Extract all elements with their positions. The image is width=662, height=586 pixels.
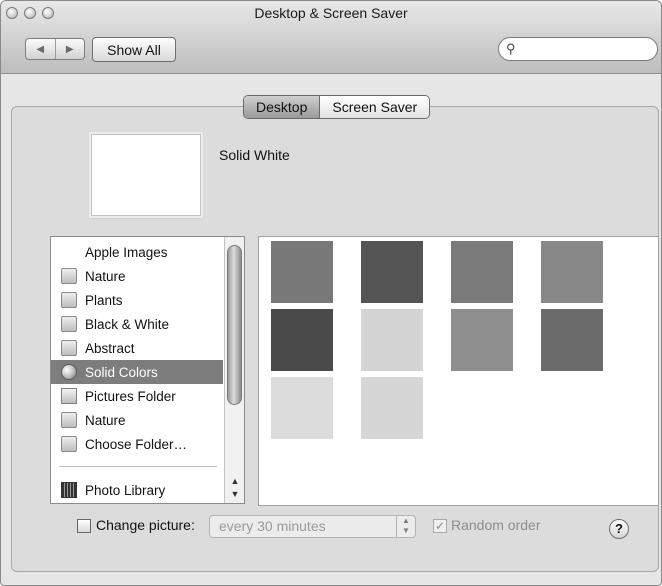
source-list-item[interactable]: Nature: [51, 264, 223, 288]
picture-grid: [258, 236, 659, 506]
source-list-item[interactable]: Choose Folder…: [51, 432, 223, 456]
folder-icon: [61, 436, 77, 452]
select-stepper-icon: ▲ ▼: [396, 516, 415, 537]
window-toolbar: Desktop & Screen Saver ◀ ▶ Show All ⚲: [1, 1, 661, 74]
source-list-item-label: Pictures Folder: [85, 388, 176, 404]
search-field[interactable]: ⚲: [498, 37, 658, 61]
source-list-item-label: Choose Folder…: [85, 436, 188, 452]
forward-button[interactable]: ▶: [56, 39, 85, 59]
folder-icon: [61, 340, 77, 356]
change-picture-checkbox[interactable]: [77, 519, 91, 533]
back-button[interactable]: ◀: [26, 39, 56, 59]
scroll-up-arrow-icon[interactable]: ▲: [225, 475, 244, 488]
source-list-item-label: Apple Images: [85, 244, 168, 260]
source-list-item[interactable]: Photo Library: [51, 478, 223, 502]
color-disc-icon: [61, 364, 77, 380]
preferences-window: Desktop & Screen Saver ◀ ▶ Show All ⚲ De…: [0, 0, 662, 586]
color-swatch[interactable]: [541, 241, 603, 303]
apple-icon: [61, 244, 77, 260]
search-input[interactable]: [523, 40, 652, 60]
random-order-label: Random order: [451, 517, 541, 533]
color-swatch[interactable]: [271, 377, 333, 439]
source-list-item-label: Black & White: [85, 316, 170, 332]
color-swatch[interactable]: [541, 309, 603, 371]
help-button[interactable]: ?: [609, 519, 629, 539]
random-order-checkbox[interactable]: ✓: [433, 519, 447, 533]
source-list-item[interactable]: Solid Colors: [51, 360, 223, 384]
source-list-item[interactable]: Black & White: [51, 312, 223, 336]
source-list-scrollbar[interactable]: ▲ ▼: [224, 237, 244, 503]
source-list-item[interactable]: Nature: [51, 408, 223, 432]
tab-desktop[interactable]: Desktop: [244, 96, 321, 118]
source-list-item-label: Plants: [85, 292, 123, 308]
source-list-item-label: Abstract: [85, 340, 135, 356]
interval-value: every 30 minutes: [219, 518, 326, 534]
folder-icon: [61, 292, 77, 308]
window-title: Desktop & Screen Saver: [254, 5, 408, 21]
folder-icon: [61, 316, 77, 332]
photo-library-icon: [61, 482, 77, 498]
source-list-item[interactable]: Pictures Folder: [51, 384, 223, 408]
folder-icon: [61, 268, 77, 284]
desktop-preview-image: [91, 134, 201, 216]
source-list-item-label: Solid Colors: [85, 364, 158, 380]
scrollbar-thumb[interactable]: [227, 245, 242, 405]
show-all-button[interactable]: Show All: [92, 37, 176, 62]
desktop-picture-name: Solid White: [219, 147, 290, 163]
tab-screen-saver[interactable]: Screen Saver: [320, 96, 430, 118]
color-swatch[interactable]: [451, 309, 513, 371]
source-list-item-label: Nature: [85, 412, 126, 428]
color-swatch[interactable]: [451, 241, 513, 303]
source-list-item-label: Photo Library: [85, 482, 166, 498]
scroll-down-arrow-icon[interactable]: ▼: [225, 488, 244, 501]
source-list-item[interactable]: Apple Images: [51, 240, 223, 264]
color-swatch[interactable]: [271, 309, 333, 371]
color-swatch[interactable]: [271, 241, 333, 303]
tab-bar: Desktop Screen Saver: [243, 95, 431, 119]
change-interval-select[interactable]: every 30 minutes ▲ ▼: [209, 515, 416, 538]
source-list: Apple Images Nature Plants Black & White Abs…: [50, 236, 245, 504]
pictures-folder-icon: [61, 388, 77, 404]
change-picture-label: Change picture:: [96, 517, 195, 533]
search-icon: ⚲: [506, 41, 516, 56]
folder-icon: [61, 412, 77, 428]
source-list-item[interactable]: Abstract: [51, 336, 223, 360]
source-list-item[interactable]: Plants: [51, 288, 223, 312]
color-swatch[interactable]: [361, 377, 423, 439]
source-list-item-label: Nature: [85, 268, 126, 284]
back-forward-control: ◀ ▶: [25, 38, 85, 60]
color-swatch[interactable]: [361, 241, 423, 303]
list-divider: [59, 466, 217, 467]
color-swatch[interactable]: [361, 309, 423, 371]
